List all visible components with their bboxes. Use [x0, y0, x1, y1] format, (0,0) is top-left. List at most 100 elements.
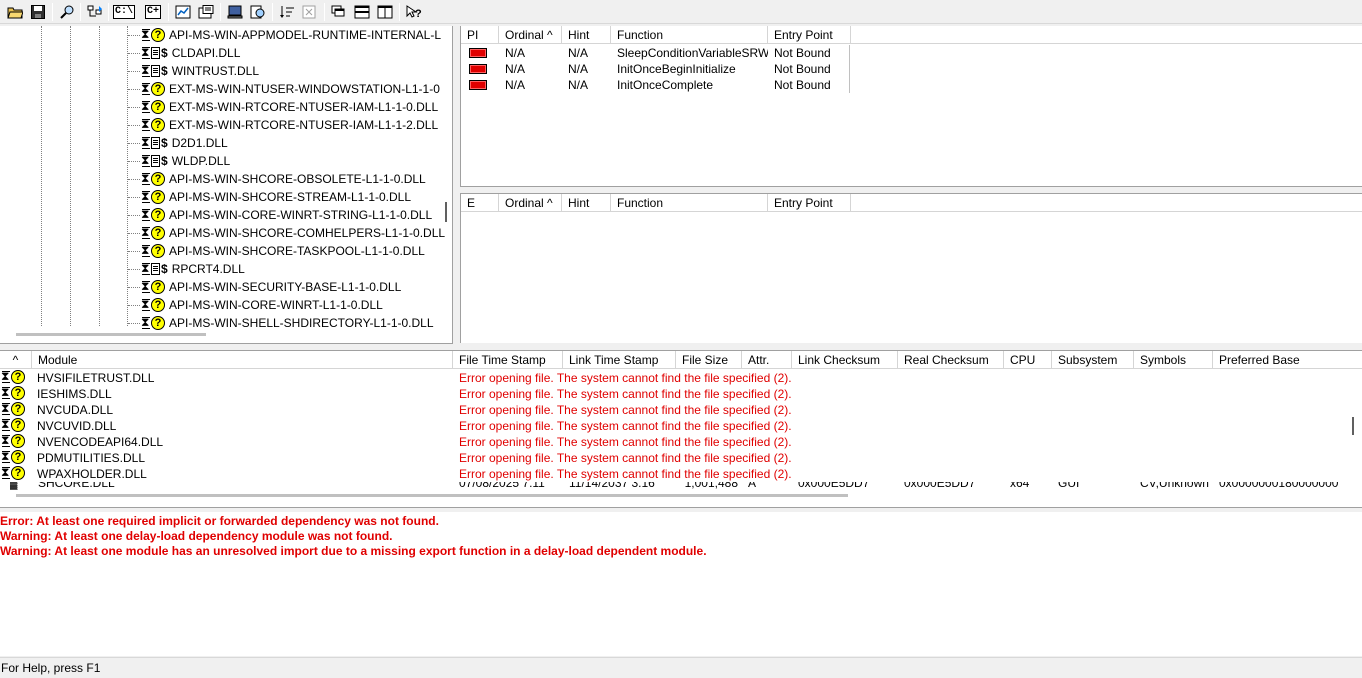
col-ordinal[interactable]: Ordinal ^	[499, 26, 562, 43]
col-ordinal[interactable]: Ordinal ^	[499, 194, 562, 211]
col-image[interactable]: ^	[0, 351, 32, 368]
col-file-time-stamp[interactable]: File Time Stamp	[453, 351, 563, 368]
autoexpand-icon[interactable]	[172, 2, 194, 22]
col-function[interactable]: Function	[611, 26, 768, 43]
missing-module-icon: ?	[141, 278, 165, 294]
import-status-icon	[469, 64, 487, 74]
context-help-icon[interactable]: ?	[403, 2, 425, 22]
col-entry-point[interactable]: Entry Point	[768, 26, 851, 43]
save-icon[interactable]	[27, 2, 49, 22]
tree-vertical-scrollbar[interactable]	[445, 202, 447, 222]
tree-item[interactable]: ? API-MS-WIN-SECURITY-BASE-L1-1-0.DLL	[128, 278, 401, 296]
module-error-message: Error opening file. The system cannot fi…	[459, 467, 792, 481]
full-paths-button[interactable]: C:\	[113, 2, 136, 22]
col-subsystem[interactable]: Subsystem	[1052, 351, 1134, 368]
import-ordinal: N/A	[505, 62, 526, 76]
tile-horizontal-icon[interactable]	[351, 2, 373, 22]
col-hint[interactable]: Hint	[562, 194, 611, 211]
imports-list[interactable]: PI Ordinal ^ Hint Function Entry Point N…	[460, 26, 1362, 187]
table-row[interactable]: ? HVSIFILETRUST.DLL Error opening file. Th…	[0, 368, 792, 386]
col-entry-point[interactable]: Entry Point	[768, 194, 851, 211]
toolbar: C:\ C+ ?	[0, 0, 1362, 24]
tree-item[interactable]: ? EXT-MS-WIN-RTCORE-NTUSER-IAM-L1-1-0.DLL	[128, 98, 438, 116]
col-hint[interactable]: Hint	[562, 26, 611, 43]
module-list[interactable]: ^ Module File Time Stamp Link Time Stamp…	[0, 350, 1362, 508]
tree-item-label: EXT-MS-WIN-RTCORE-NTUSER-IAM-L1-1-2.DLL	[169, 118, 439, 132]
exports-list[interactable]: E Ordinal ^ Hint Function Entry Point	[460, 193, 1362, 343]
cascade-icon[interactable]	[328, 2, 350, 22]
dll-module-icon: $	[141, 134, 168, 150]
import-hint: N/A	[568, 78, 589, 92]
tree-item[interactable]: ? EXT-MS-WIN-RTCORE-NTUSER-IAM-L1-1-2.DLL	[128, 116, 439, 134]
import-entry-point: Not Bound	[774, 78, 831, 92]
tree-item[interactable]: $CLDAPI.DLL	[128, 44, 240, 62]
log-window[interactable]: Error: At least one required implicit or…	[0, 512, 1362, 656]
table-row[interactable]: ? NVENCODEAPI64.DLL Error opening file. Th…	[0, 432, 792, 450]
refresh-icon[interactable]	[84, 2, 106, 22]
dll-module-icon: $	[141, 62, 168, 78]
tree-item[interactable]: ? API-MS-WIN-SHCORE-STREAM-L1-1-0.DLL	[128, 188, 412, 206]
table-row[interactable]: ? IESHIMS.DLL Error opening file. The syst…	[0, 384, 792, 402]
tree-item[interactable]: ? API-MS-WIN-CORE-WINRT-STRING-L1-1-0.DLL	[128, 206, 432, 224]
table-row-partial[interactable]: ▓ SHCORE.DLL 07/08/2025 7:11 11/14/2037 …	[0, 482, 1353, 490]
col-real-checksum[interactable]: Real Checksum	[898, 351, 1004, 368]
find-icon[interactable]	[56, 2, 78, 22]
module-dependency-tree[interactable]: ?API-MS-WIN-APPMODEL-RUNTIME-INTERNAL-L$…	[0, 26, 453, 344]
col-cpu[interactable]: CPU	[1004, 351, 1052, 368]
tree-item-label: WINTRUST.DLL	[171, 64, 260, 78]
tree-item[interactable]: ? API-MS-WIN-CORE-WINRT-L1-1-0.DLL	[128, 296, 383, 314]
table-row[interactable]: ? NVCUVID.DLL Error opening file. The syst…	[0, 416, 792, 434]
module-vertical-scrollbar[interactable]	[1352, 417, 1354, 435]
dll-module-icon: $	[141, 44, 168, 60]
tree-item[interactable]: ? API-MS-WIN-SHCORE-OBSOLETE-L1-1-0.DLL	[128, 170, 426, 188]
dll-module-icon: $	[141, 152, 168, 168]
col-function[interactable]: Function	[611, 194, 768, 211]
col-preferred-base[interactable]: Preferred Base	[1213, 351, 1362, 368]
tree-item[interactable]: ? EXT-MS-WIN-NTUSER-WINDOWSTATION-L1-1-0	[128, 80, 440, 98]
import-row[interactable]: N/A N/A InitOnceComplete Not Bound	[461, 77, 851, 93]
tree-item[interactable]: $D2D1.DLL	[128, 134, 228, 152]
system-info-icon[interactable]	[224, 2, 246, 22]
col-symbols[interactable]: Symbols	[1134, 351, 1213, 368]
col-pi[interactable]: PI	[461, 26, 499, 43]
col-e[interactable]: E	[461, 194, 499, 211]
missing-module-icon: ?	[1, 416, 25, 432]
module-name: NVCUDA.DLL	[37, 403, 114, 417]
module-horizontal-scrollbar[interactable]	[16, 494, 848, 497]
table-row[interactable]: ? PDMUTILITIES.DLL Error opening file. The…	[0, 448, 792, 466]
view-module-icon[interactable]	[247, 2, 269, 22]
table-row[interactable]: ? NVCUDA.DLL Error opening file. The syste…	[0, 400, 792, 418]
col-link-time-stamp[interactable]: Link Time Stamp	[563, 351, 676, 368]
tree-item[interactable]: ? API-MS-WIN-APPMODEL-RUNTIME-INTERNAL-L	[128, 26, 441, 44]
table-row[interactable]: ? WPAXHOLDER.DLL Error opening file. The s…	[0, 464, 792, 482]
tree-item[interactable]: $WLDP.DLL	[128, 152, 230, 170]
tile-vertical-icon[interactable]	[374, 2, 396, 22]
open-icon[interactable]	[4, 2, 26, 22]
tree-horizontal-scrollbar[interactable]	[16, 333, 206, 336]
properties-icon[interactable]	[195, 2, 217, 22]
tree-item[interactable]: $WINTRUST.DLL	[128, 62, 260, 80]
tree-item[interactable]: ? API-MS-WIN-SHCORE-TASKPOOL-L1-1-0.DLL	[128, 242, 425, 260]
tree-item[interactable]: $RPCRT4.DLL	[128, 260, 245, 278]
undecorate-cpp-button[interactable]: C+	[142, 2, 164, 22]
col-file-size[interactable]: File Size	[676, 351, 742, 368]
missing-module-icon: ?	[141, 188, 165, 204]
log-warning-line: Warning: At least one delay-load depende…	[0, 529, 393, 543]
clear-icon[interactable]	[299, 2, 321, 22]
import-entry-point: Not Bound	[774, 46, 831, 60]
import-status-icon	[469, 80, 487, 90]
module-error-message: Error opening file. The system cannot fi…	[459, 403, 792, 417]
import-function: InitOnceBeginInitialize	[617, 62, 736, 76]
tree-item-label: API-MS-WIN-SHCORE-STREAM-L1-1-0.DLL	[169, 190, 412, 204]
col-module[interactable]: Module	[32, 351, 453, 368]
col-link-checksum[interactable]: Link Checksum	[792, 351, 898, 368]
import-row[interactable]: N/A N/A SleepConditionVariableSRW Not Bound	[461, 45, 851, 61]
log-warning-line: Warning: At least one module has an unre…	[0, 544, 707, 558]
file-size: 1,001,488	[684, 482, 738, 490]
tree-item[interactable]: ? API-MS-WIN-SHELL-SHDIRECTORY-L1-1-0.DLL	[128, 314, 434, 332]
import-row[interactable]: N/A N/A InitOnceBeginInitialize Not Bound	[461, 61, 851, 77]
sort-icon[interactable]	[276, 2, 298, 22]
attr: A	[748, 482, 757, 490]
col-attr[interactable]: Attr.	[742, 351, 792, 368]
tree-item[interactable]: ? API-MS-WIN-SHCORE-COMHELPERS-L1-1-0.DLL	[128, 224, 445, 242]
